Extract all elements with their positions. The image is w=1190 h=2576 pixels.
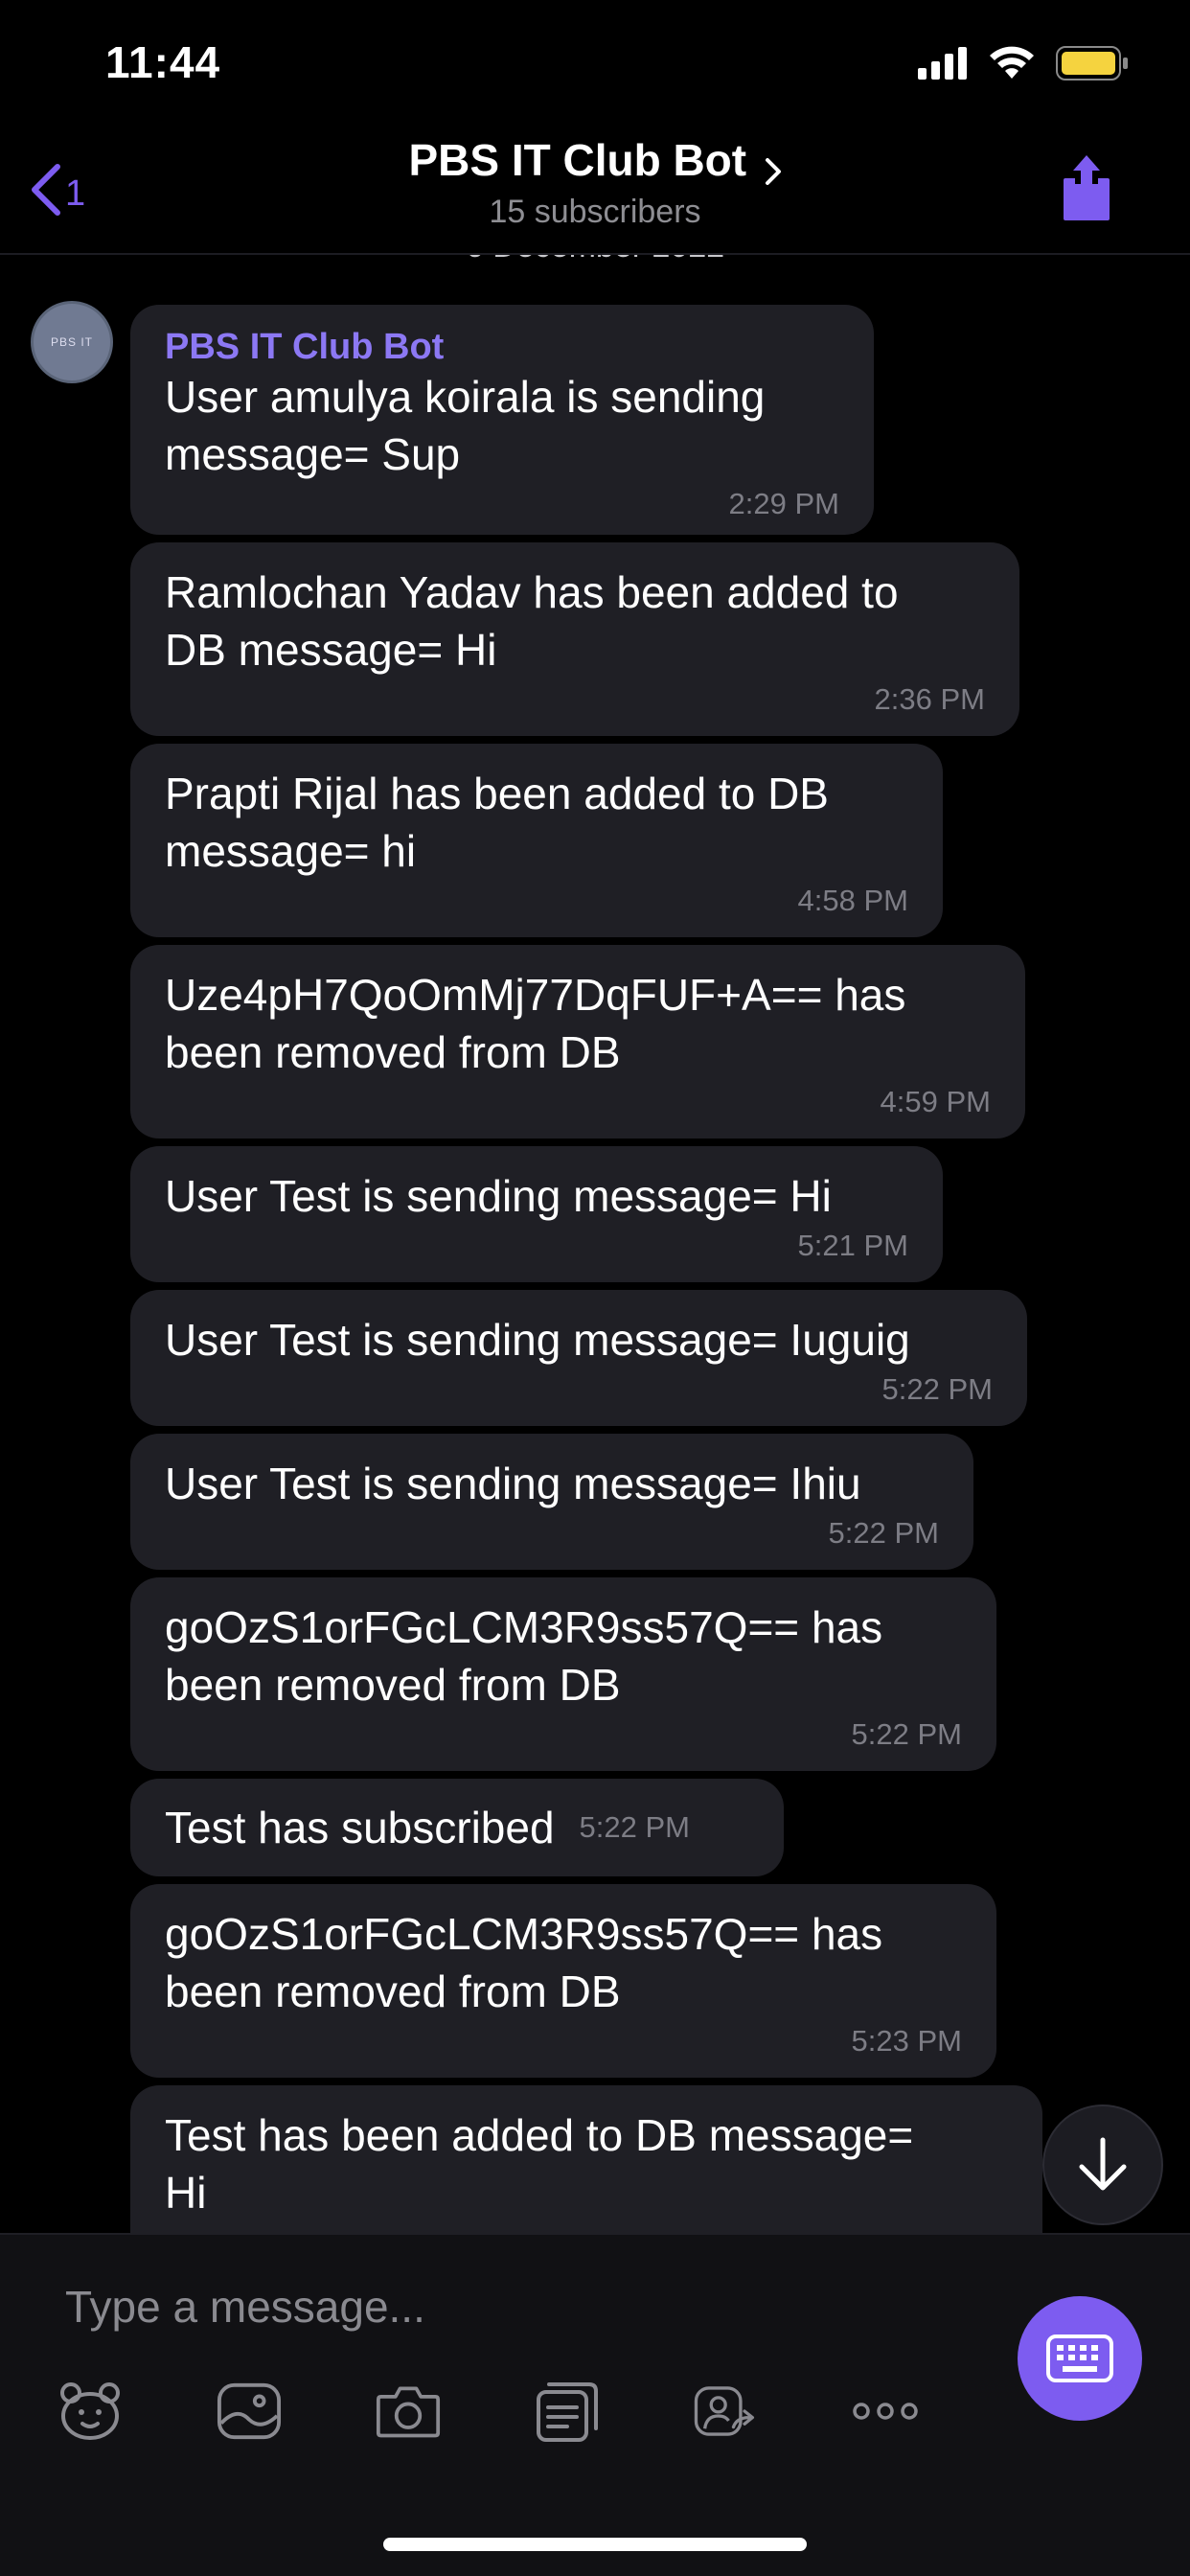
signal-icon xyxy=(918,47,967,80)
chat-header: 1 PBS IT Club Bot 15 subscribers xyxy=(0,125,1190,255)
gallery-icon xyxy=(217,2382,282,2440)
message-time: 5:22 PM xyxy=(579,1810,690,1844)
date-separator: 6 December 2022 xyxy=(0,255,1190,265)
avatar-logo-text: PBS IT xyxy=(50,335,93,349)
wifi-icon xyxy=(990,46,1034,79)
message-text: Uze4pH7QoOmMj77DqFUF+A== has been remove… xyxy=(165,970,906,1077)
message-bubble[interactable]: PBS IT Club Bot User amulya koirala is s… xyxy=(130,305,874,535)
battery-icon xyxy=(1056,46,1128,80)
bot-avatar[interactable]: PBS IT xyxy=(31,301,113,383)
message-bubble[interactable]: User Test is sending message= Hi 5:21 PM xyxy=(130,1146,943,1282)
share-button[interactable] xyxy=(1060,153,1113,227)
message-time: 5:22 PM xyxy=(881,1372,993,1406)
message-bubble[interactable]: goOzS1orFGcLCM3R9ss57Q== has been remove… xyxy=(130,1577,996,1771)
message-text: Test has subscribed xyxy=(165,1803,555,1852)
message-text: User Test is sending message= Iuguig xyxy=(165,1315,910,1365)
gif-icon xyxy=(537,2382,598,2442)
message-text: Prapti Rijal has been added to DB messag… xyxy=(165,769,829,876)
more-button[interactable] xyxy=(853,2379,918,2444)
keyboard-button[interactable] xyxy=(1018,2296,1142,2421)
message-bubble[interactable]: Test has been added to DB message= Hi xyxy=(130,2085,1042,2233)
message-time: 5:23 PM xyxy=(851,2024,962,2058)
subscriber-count: 15 subscribers xyxy=(489,194,701,230)
gif-button[interactable] xyxy=(535,2379,600,2444)
message-time: 4:59 PM xyxy=(880,1085,991,1118)
message-text: Ramlochan Yadav has been added to DB mes… xyxy=(165,567,899,675)
message-bubble[interactable]: Uze4pH7QoOmMj77DqFUF+A== has been remove… xyxy=(130,945,1025,1138)
message-bubble[interactable]: Ramlochan Yadav has been added to DB mes… xyxy=(130,542,1019,736)
message-text: goOzS1orFGcLCM3R9ss57Q== has been remove… xyxy=(165,1602,883,1710)
status-time: 11:44 xyxy=(105,37,221,87)
message-text: goOzS1orFGcLCM3R9ss57Q== has been remove… xyxy=(165,1909,883,2016)
more-icon xyxy=(853,2403,918,2420)
camera-icon xyxy=(376,2386,441,2438)
message-time: 2:29 PM xyxy=(728,487,839,520)
share-contact-button[interactable] xyxy=(694,2379,759,2444)
message-text: User amulya koirala is sending message= … xyxy=(165,372,766,479)
keyboard-icon xyxy=(1046,2334,1113,2382)
message-time: 5:22 PM xyxy=(851,1717,962,1751)
share-icon xyxy=(1064,155,1110,220)
sticker-icon xyxy=(60,2382,120,2440)
chevron-right-icon xyxy=(765,157,781,185)
message-bubble[interactable]: Test has subscribed 5:22 PM xyxy=(130,1779,784,1876)
message-bubble[interactable]: User Test is sending message= Iuguig 5:2… xyxy=(130,1290,1027,1426)
message-time: 4:58 PM xyxy=(797,884,908,917)
message-text: Test has been added to DB message= Hi xyxy=(165,2110,914,2218)
message-time: 5:22 PM xyxy=(828,1516,939,1550)
message-input[interactable] xyxy=(65,2273,985,2340)
composer-toolbar xyxy=(57,2379,918,2444)
message-sender: PBS IT Club Bot xyxy=(165,327,445,367)
message-list[interactable]: 6 December 2022 PBS IT PBS IT Club Bot U… xyxy=(0,255,1190,2233)
status-bar: 11:44 xyxy=(0,0,1190,134)
home-indicator[interactable] xyxy=(383,2538,807,2551)
message-composer xyxy=(0,2233,1190,2576)
message-time: 5:21 PM xyxy=(797,1229,908,1262)
gallery-button[interactable] xyxy=(217,2379,282,2444)
message-time: 2:36 PM xyxy=(874,682,985,716)
camera-button[interactable] xyxy=(376,2379,441,2444)
message-text: User Test is sending message= Hi xyxy=(165,1171,832,1221)
sticker-button[interactable] xyxy=(57,2379,123,2444)
status-icons xyxy=(918,44,1129,82)
arrow-down-icon xyxy=(1079,2137,1127,2191)
message-bubble[interactable]: Prapti Rijal has been added to DB messag… xyxy=(130,744,943,937)
scroll-to-bottom-button[interactable] xyxy=(1042,2104,1163,2225)
message-bubble[interactable]: User Test is sending message= Ihiu 5:22 … xyxy=(130,1434,973,1570)
message-text: User Test is sending message= Ihiu xyxy=(165,1459,861,1508)
chat-title: PBS IT Club Bot xyxy=(408,135,747,185)
message-bubble[interactable]: goOzS1orFGcLCM3R9ss57Q== has been remove… xyxy=(130,1884,996,2078)
share-contact-icon xyxy=(694,2386,755,2436)
chat-title-block[interactable]: PBS IT Club Bot 15 subscribers xyxy=(0,134,1190,231)
